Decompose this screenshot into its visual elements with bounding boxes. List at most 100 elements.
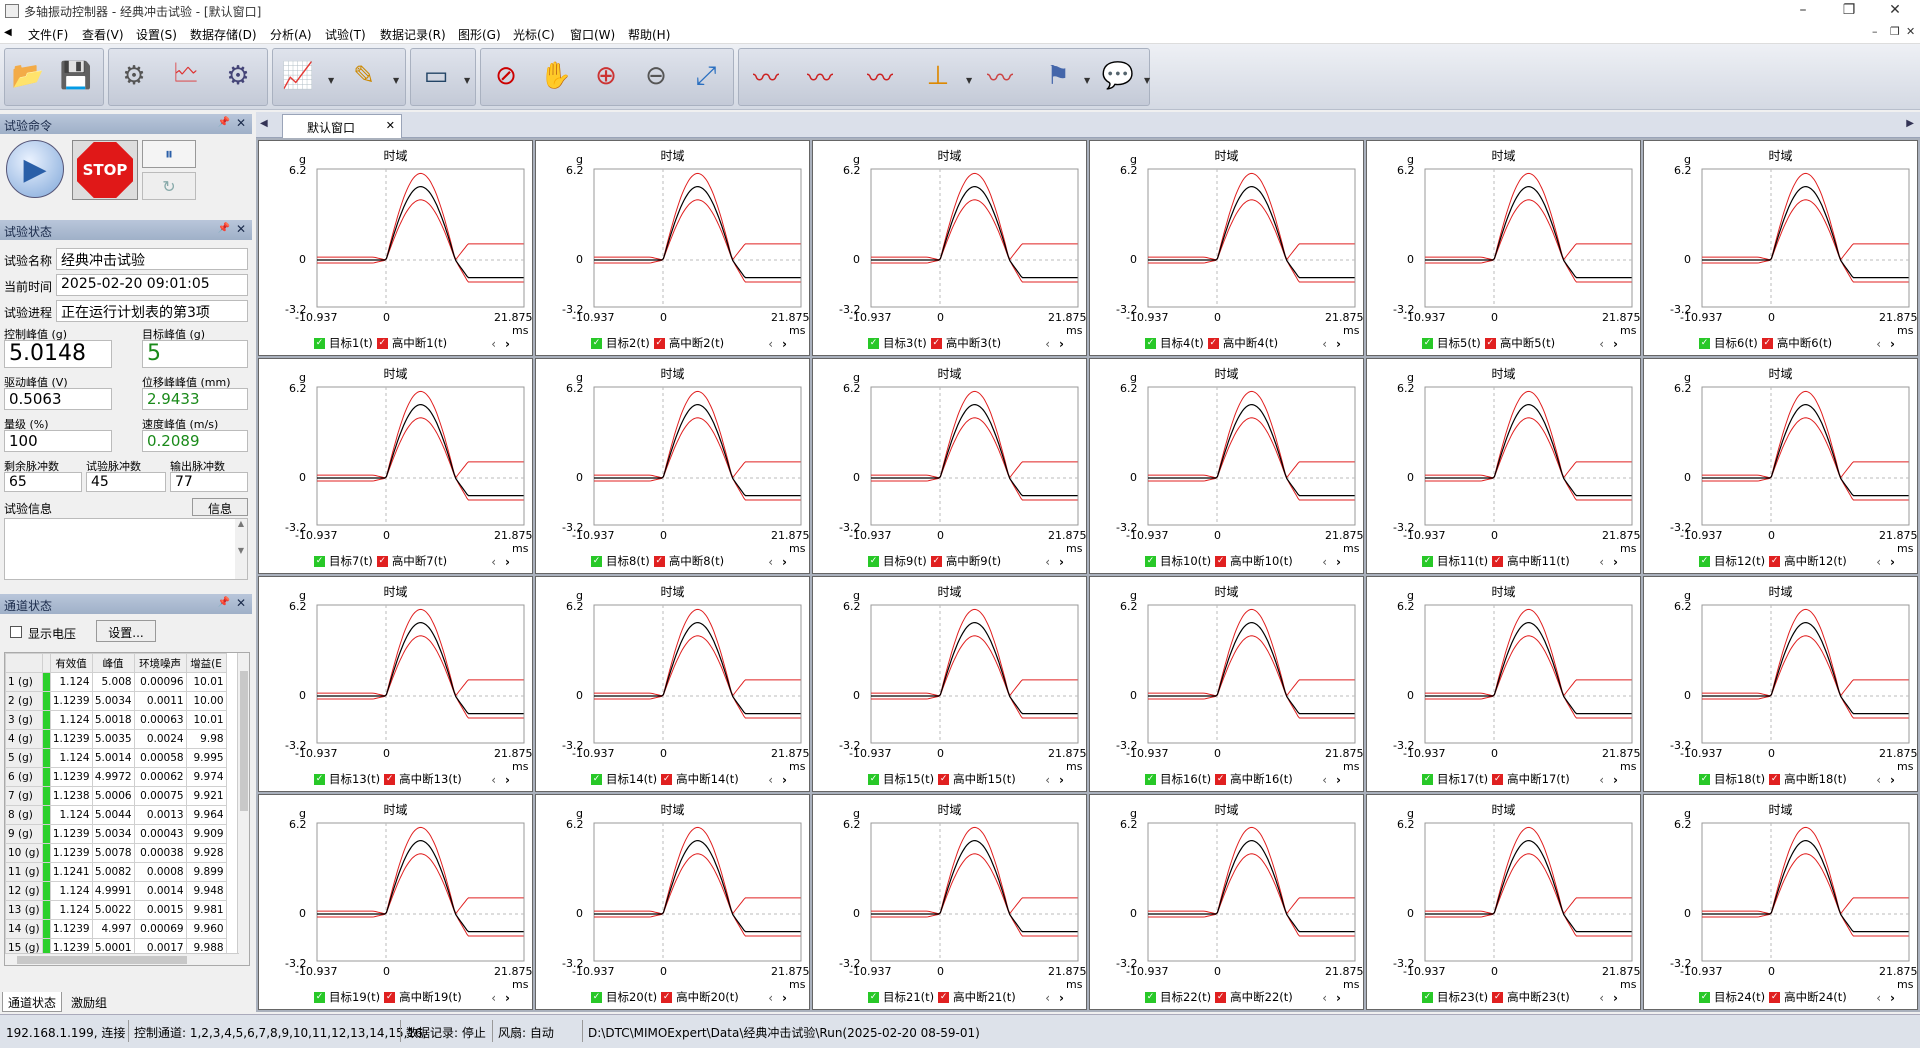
settings-gear-icon[interactable]: ⚙: [114, 54, 154, 98]
chart-cell[interactable]: 时域 g 6.2 0 -3.2 -10.937 0 21.875 ms ✓ 目标1(t) ✓ 高中断1(…: [258, 140, 533, 356]
flag-dropdown-icon[interactable]: ▼: [1084, 76, 1090, 85]
menu-graph[interactable]: 图形(G): [458, 26, 501, 43]
menu-view[interactable]: 查看(V): [82, 26, 124, 43]
show-voltage-checkbox[interactable]: [10, 626, 22, 638]
target-legend-checkbox[interactable]: ✓: [868, 337, 879, 349]
multi-waveform-icon[interactable]: 〰: [860, 54, 900, 98]
abort-legend-checkbox[interactable]: ✓: [1492, 991, 1504, 1003]
channel-settings-button[interactable]: 设置...: [96, 620, 156, 642]
restore-button[interactable]: ❐: [1826, 0, 1872, 22]
legend-next-icon[interactable]: ›: [1613, 337, 1618, 351]
table-row[interactable]: 7 (g) 1.1238 5.0006 0.00075 9.921: [5, 786, 227, 806]
menu-record[interactable]: 数据记录(R): [380, 26, 446, 43]
chart-cell[interactable]: 时域 g 6.2 0 -3.2 -10.937 0 21.875 ms ✓ 目标21(t) ✓ 高中断2…: [812, 794, 1087, 1010]
menu-settings[interactable]: 设置(S): [136, 26, 177, 43]
legend-next-icon[interactable]: ›: [1890, 337, 1895, 351]
tab-excitation-group[interactable]: 激励组: [64, 992, 114, 1012]
tab-scroll-right-icon[interactable]: ▶: [1906, 118, 1914, 129]
abort-legend-checkbox[interactable]: ✓: [653, 337, 665, 349]
abort-legend-checkbox[interactable]: ✓: [1207, 337, 1219, 349]
legend-prev-icon[interactable]: ‹: [1045, 773, 1050, 787]
abort-legend-checkbox[interactable]: ✓: [938, 773, 950, 785]
legend-next-icon[interactable]: ›: [1890, 773, 1895, 787]
close-button[interactable]: ✕: [1872, 0, 1918, 22]
menu-test[interactable]: 试验(T): [325, 26, 366, 43]
menu-storage[interactable]: 数据存储(D): [190, 26, 257, 43]
target-legend-checkbox[interactable]: ✓: [1699, 337, 1710, 349]
legend-next-icon[interactable]: ›: [1613, 773, 1618, 787]
target-legend-checkbox[interactable]: ✓: [1422, 337, 1433, 349]
legend-prev-icon[interactable]: ‹: [1322, 555, 1327, 569]
target-legend-checkbox[interactable]: ✓: [1699, 991, 1710, 1003]
legend-next-icon[interactable]: ›: [1890, 991, 1895, 1005]
chart-cell[interactable]: 时域 g 6.2 0 -3.2 -10.937 0 21.875 ms ✓ 目标23(t) ✓ 高中断2…: [1366, 794, 1641, 1010]
legend-next-icon[interactable]: ›: [1336, 991, 1341, 1005]
menu-cursor[interactable]: 光标(C): [513, 26, 555, 43]
abort-legend-checkbox[interactable]: ✓: [938, 991, 950, 1003]
target-legend-checkbox[interactable]: ✓: [868, 773, 879, 785]
legend-prev-icon[interactable]: ‹: [1045, 555, 1050, 569]
chart-cell[interactable]: 时域 g 6.2 0 -3.2 -10.937 0 21.875 ms ✓ 目标5(t) ✓ 高中断5(…: [1366, 140, 1641, 356]
legend-next-icon[interactable]: ›: [1059, 337, 1064, 351]
tab-default-window[interactable]: 默认窗口 ✕: [282, 114, 402, 138]
table-row[interactable]: 8 (g) 1.124 5.0044 0.0013 9.964: [5, 805, 227, 825]
chart-cell[interactable]: 时域 g 6.2 0 -3.2 -10.937 0 21.875 ms ✓ 目标17(t) ✓ 高中断1…: [1366, 576, 1641, 792]
legend-next-icon[interactable]: ›: [1336, 555, 1341, 569]
legend-next-icon[interactable]: ›: [505, 991, 510, 1005]
chart-cell[interactable]: 时域 g 6.2 0 -3.2 -10.937 0 21.875 ms ✓ 目标7(t) ✓ 高中断7(…: [258, 358, 533, 574]
legend-next-icon[interactable]: ›: [505, 773, 510, 787]
spectrum-icon[interactable]: 〰: [800, 54, 840, 98]
table-row[interactable]: 6 (g) 1.1239 4.9972 0.00062 9.974: [5, 767, 227, 787]
chart-cell[interactable]: 时域 g 6.2 0 -3.2 -10.937 0 21.875 ms ✓ 目标19(t) ✓ 高中断1…: [258, 794, 533, 1010]
table-row[interactable]: 13 (g) 1.124 5.0022 0.0015 9.981: [5, 900, 227, 920]
legend-prev-icon[interactable]: ‹: [768, 555, 773, 569]
continue-button[interactable]: ↻: [142, 172, 196, 200]
legend-next-icon[interactable]: ›: [1890, 555, 1895, 569]
waveform-icon[interactable]: 〰: [746, 54, 786, 98]
target-legend-checkbox[interactable]: ✓: [1422, 991, 1433, 1003]
legend-prev-icon[interactable]: ‹: [491, 337, 496, 351]
legend-next-icon[interactable]: ›: [505, 337, 510, 351]
mdi-minimize-button[interactable]: –: [1872, 25, 1878, 38]
save-icon[interactable]: 💾: [56, 54, 96, 98]
menu-help[interactable]: 帮助(H): [628, 26, 670, 43]
window-layout-icon[interactable]: ▭: [416, 54, 456, 98]
info-button[interactable]: 信息: [192, 498, 248, 516]
legend-prev-icon[interactable]: ‹: [1322, 773, 1327, 787]
pin-icon[interactable]: 📌: [218, 223, 230, 234]
legend-prev-icon[interactable]: ‹: [1876, 773, 1881, 787]
table-row[interactable]: 12 (g) 1.124 4.9991 0.0014 9.948: [5, 881, 227, 901]
abort-legend-checkbox[interactable]: ✓: [661, 773, 673, 785]
target-legend-checkbox[interactable]: ✓: [591, 555, 602, 567]
target-legend-checkbox[interactable]: ✓: [868, 991, 879, 1003]
open-folder-icon[interactable]: 📂: [8, 54, 48, 98]
chart-cell[interactable]: 时域 g 6.2 0 -3.2 -10.937 0 21.875 ms ✓ 目标2(t) ✓ 高中断2(…: [535, 140, 810, 356]
chart-cell[interactable]: 时域 g 6.2 0 -3.2 -10.937 0 21.875 ms ✓ 目标13(t) ✓ 高中断1…: [258, 576, 533, 792]
legend-prev-icon[interactable]: ‹: [1876, 337, 1881, 351]
abort-legend-checkbox[interactable]: ✓: [930, 337, 942, 349]
chart-cell[interactable]: 时域 g 6.2 0 -3.2 -10.937 0 21.875 ms ✓ 目标11(t) ✓ 高中断1…: [1366, 358, 1641, 574]
table-row[interactable]: 10 (g) 1.1239 5.0078 0.00038 9.928: [5, 843, 227, 863]
chart-cell[interactable]: 时域 g 6.2 0 -3.2 -10.937 0 21.875 ms ✓ 目标3(t) ✓ 高中断3(…: [812, 140, 1087, 356]
abort-legend-checkbox[interactable]: ✓: [384, 991, 396, 1003]
target-legend-checkbox[interactable]: ✓: [314, 555, 325, 567]
minimize-button[interactable]: –: [1780, 0, 1826, 22]
menu-analysis[interactable]: 分析(A): [270, 26, 312, 43]
legend-prev-icon[interactable]: ‹: [491, 991, 496, 1005]
legend-prev-icon[interactable]: ‹: [1322, 991, 1327, 1005]
abort-legend-checkbox[interactable]: ✓: [1215, 555, 1227, 567]
legend-next-icon[interactable]: ›: [782, 337, 787, 351]
info-textarea[interactable]: ▲ ▼: [4, 518, 248, 580]
legend-next-icon[interactable]: ›: [1059, 773, 1064, 787]
comment-bubble-icon[interactable]: 💬: [1098, 54, 1138, 98]
legend-prev-icon[interactable]: ‹: [1876, 991, 1881, 1005]
info-scrollbar[interactable]: ▲ ▼: [235, 519, 247, 579]
mdi-restore-button[interactable]: ❐: [1890, 25, 1900, 38]
target-legend-checkbox[interactable]: ✓: [1422, 555, 1433, 567]
hand-pan-icon[interactable]: ✋: [536, 54, 576, 98]
chart-cell[interactable]: 时域 g 6.2 0 -3.2 -10.937 0 21.875 ms ✓ 目标24(t) ✓ 高中断2…: [1643, 794, 1918, 1010]
target-legend-checkbox[interactable]: ✓: [591, 991, 602, 1003]
abort-legend-checkbox[interactable]: ✓: [930, 555, 942, 567]
table-row[interactable]: 3 (g) 1.124 5.0018 0.00063 10.01: [5, 710, 227, 730]
legend-next-icon[interactable]: ›: [782, 773, 787, 787]
